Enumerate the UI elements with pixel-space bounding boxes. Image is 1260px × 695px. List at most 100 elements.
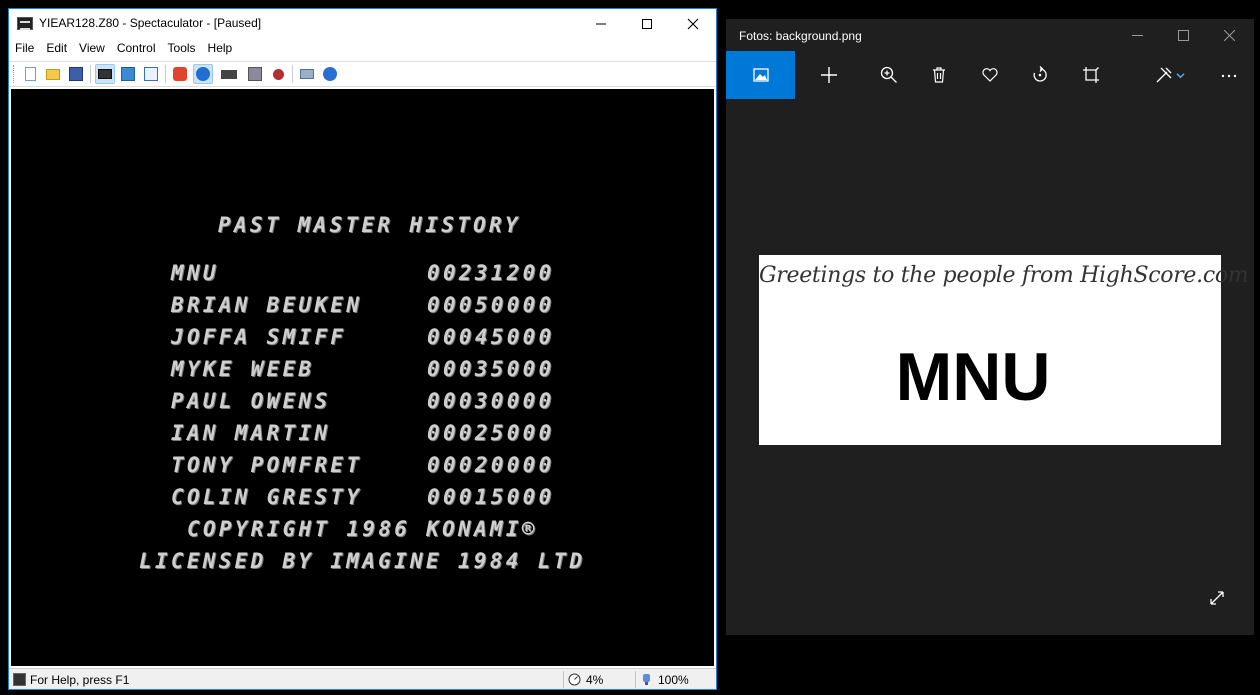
displayed-image: Greetings to the people from HighScore.c… <box>759 255 1249 445</box>
spectaculator-app-icon[interactable] <box>17 17 33 30</box>
minimize-button[interactable] <box>578 9 624 38</box>
save-disk-icon <box>69 67 83 81</box>
score-name: MNU <box>171 261 219 285</box>
add-button[interactable] <box>814 51 844 99</box>
close-icon <box>1223 29 1235 41</box>
more-options-icon <box>1221 74 1237 78</box>
screen-layout-button[interactable] <box>141 64 161 84</box>
title-bar[interactable]: YIEAR128.Z80 - Spectaculator - [Paused] <box>9 9 716 38</box>
toolbar-grip[interactable] <box>13 65 16 83</box>
view-image-button[interactable] <box>726 51 795 99</box>
close-button[interactable] <box>670 9 716 38</box>
pause-icon <box>196 67 210 81</box>
speed-indicator: 4% <box>563 671 635 688</box>
license-text: LICENSED BY IMAGINE 1984 LTD <box>139 549 586 573</box>
edit-draw-button[interactable] <box>1148 51 1192 99</box>
new-file-icon <box>24 67 36 81</box>
maximize-icon <box>1177 29 1189 41</box>
window-mode-icon <box>121 67 135 81</box>
volume-indicator: 100% <box>635 671 716 688</box>
tape-icon <box>248 67 262 81</box>
menu-view[interactable]: View <box>73 41 111 55</box>
window-mode-button[interactable] <box>118 64 138 84</box>
score-value: 00030000 <box>427 389 555 413</box>
menu-tools[interactable]: Tools <box>162 41 202 55</box>
status-help-text: For Help, press F1 <box>30 673 130 687</box>
open-button[interactable] <box>43 64 63 84</box>
more-button[interactable] <box>1214 51 1244 99</box>
menu-bar: File Edit View Control Tools Help <box>9 38 716 58</box>
crop-icon <box>1083 67 1099 83</box>
toolbar-separator <box>90 65 91 83</box>
menu-edit[interactable]: Edit <box>40 41 73 55</box>
open-folder-icon <box>46 68 60 80</box>
menu-file[interactable]: File <box>9 41 40 55</box>
plus-icon <box>821 67 837 83</box>
heart-icon <box>982 68 998 82</box>
score-value: 00050000 <box>427 293 555 317</box>
expand-icon <box>1210 591 1224 605</box>
delete-button[interactable] <box>924 51 954 99</box>
window-title: YIEAR128.Z80 - Spectaculator - [Paused] <box>39 16 262 30</box>
fullscreen-button[interactable] <box>1208 589 1226 607</box>
pause-button[interactable] <box>193 64 213 84</box>
maximize-icon <box>642 18 652 29</box>
new-button[interactable] <box>20 64 40 84</box>
emulator-screen[interactable]: PAST MASTER HISTORY MNU 00231200 BRIAN B… <box>11 89 714 666</box>
photos-minimize-button[interactable] <box>1129 27 1145 43</box>
score-value: 00035000 <box>427 357 555 381</box>
spectrum-status-icon <box>13 673 26 686</box>
score-value: 00020000 <box>427 453 555 477</box>
help-button[interactable] <box>320 64 340 84</box>
copyright-text: COPYRIGHT 1986 KONAMI® <box>187 517 538 541</box>
speaker-icon <box>643 674 650 685</box>
keyboard-view-button[interactable] <box>95 64 115 84</box>
printer-button[interactable] <box>297 64 317 84</box>
toolbar-separator <box>165 65 166 83</box>
crop-button[interactable] <box>1076 51 1106 99</box>
gauge-icon <box>568 673 581 686</box>
minimize-icon <box>596 23 606 24</box>
joystick-button[interactable] <box>216 64 242 84</box>
volume-value: 100% <box>658 672 689 687</box>
photos-window-title: Fotos: background.png <box>739 29 862 43</box>
save-button[interactable] <box>66 64 86 84</box>
record-icon <box>272 68 284 80</box>
score-value: 00015000 <box>427 485 555 509</box>
speed-value: 4% <box>586 672 604 687</box>
score-name: JOFFA SMIFF <box>171 325 347 349</box>
edit-draw-icon <box>1156 67 1172 83</box>
toolbar <box>9 61 716 87</box>
score-value: 00045000 <box>427 325 555 349</box>
toolbar-separator <box>292 65 293 83</box>
score-value: 00025000 <box>427 421 555 445</box>
help-icon <box>323 67 337 81</box>
rotate-icon <box>1033 66 1047 82</box>
minimize-icon <box>1131 34 1143 36</box>
reset-icon <box>173 67 187 81</box>
screen-heading: PAST MASTER HISTORY <box>218 213 521 237</box>
zoom-button[interactable] <box>874 51 904 99</box>
trash-icon <box>933 67 945 83</box>
maximize-button[interactable] <box>624 9 670 38</box>
photos-close-button[interactable] <box>1221 27 1237 43</box>
joystick-icon <box>221 69 237 79</box>
keyboard-view-icon <box>98 69 112 79</box>
photos-toolbar <box>726 51 1254 99</box>
tape-button[interactable] <box>245 64 265 84</box>
photos-maximize-button[interactable] <box>1175 27 1191 43</box>
menu-help[interactable]: Help <box>202 41 239 55</box>
score-value: 00231200 <box>427 261 555 285</box>
score-name: COLIN GRESTY <box>171 485 363 509</box>
score-name: PAUL OWENS <box>171 389 331 413</box>
printer-icon <box>300 69 314 79</box>
score-name: MYKE WEEB <box>171 357 315 381</box>
photos-title-bar[interactable]: Fotos: background.png <box>726 19 1254 51</box>
record-button[interactable] <box>268 64 288 84</box>
reset-button[interactable] <box>170 64 190 84</box>
rotate-button[interactable] <box>1025 51 1055 99</box>
zoom-in-icon <box>880 66 897 83</box>
favorite-button[interactable] <box>975 51 1005 99</box>
score-name: BRIAN BEUKEN <box>171 293 363 317</box>
menu-control[interactable]: Control <box>111 41 162 55</box>
